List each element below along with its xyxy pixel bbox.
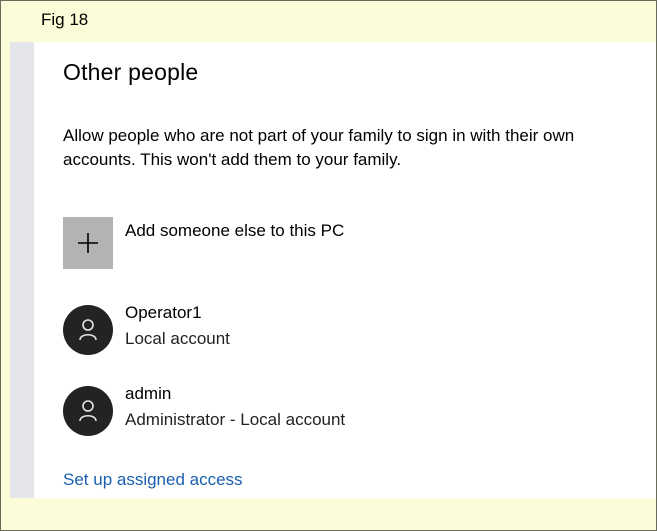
figure-margin bbox=[1, 42, 10, 530]
figure-header: Fig 18 bbox=[1, 1, 656, 42]
user-icon bbox=[79, 319, 97, 341]
account-name: admin bbox=[125, 384, 172, 403]
section-description: Allow people who are not part of your fa… bbox=[63, 126, 575, 169]
avatar bbox=[63, 305, 113, 355]
section-title: Other people bbox=[63, 59, 199, 85]
account-type: Administrator - Local account bbox=[125, 410, 346, 429]
account-item-operator1[interactable]: Operator1 Local account bbox=[63, 303, 423, 355]
set-up-assigned-access-link[interactable]: Set up assigned access bbox=[63, 470, 243, 490]
account-name: Operator1 bbox=[125, 303, 202, 322]
account-type: Local account bbox=[125, 329, 230, 348]
account-item-admin[interactable]: admin Administrator - Local account bbox=[63, 384, 423, 436]
figure-label: Fig 18 bbox=[41, 10, 89, 29]
user-icon bbox=[79, 400, 97, 422]
add-someone-label[interactable]: Add someone else to this PC bbox=[125, 221, 344, 241]
plus-icon bbox=[78, 233, 98, 253]
figure-footer bbox=[10, 498, 656, 530]
figure-frame: Fig 18 Other people Allow people who are… bbox=[0, 0, 657, 531]
add-tile[interactable] bbox=[63, 217, 113, 269]
settings-panel: Other people Allow people who are not pa… bbox=[34, 42, 656, 498]
avatar bbox=[63, 386, 113, 436]
add-someone-button[interactable]: Add someone else to this PC bbox=[63, 216, 363, 270]
settings-sidebar-edge bbox=[10, 42, 34, 498]
